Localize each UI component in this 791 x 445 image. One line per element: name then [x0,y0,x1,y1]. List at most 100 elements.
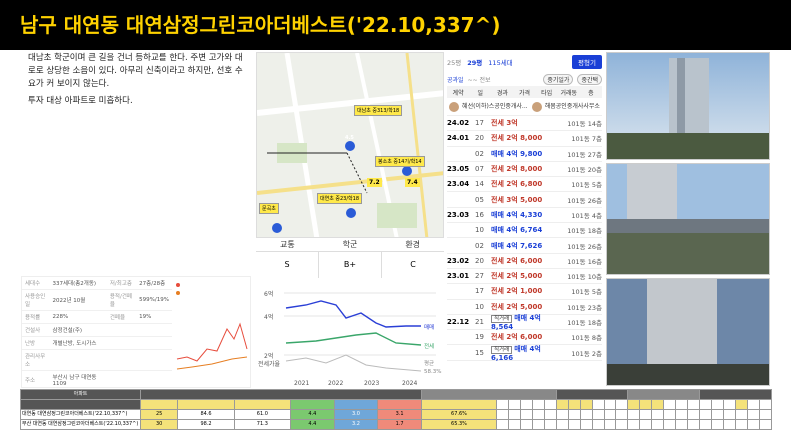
trade-price: 전세 3억 5,000 [491,195,564,205]
summary-cell [531,419,545,430]
trade-day: 20 [475,134,484,143]
bt-cell [177,399,235,410]
trade-row[interactable]: 22.12 21 직거래 매매 4억 8,564 101동 18층 [447,314,602,331]
trade-floor: 23층 [587,303,602,312]
trade-price: 전세 2억 6,800 [491,179,564,189]
trade-price: 직거래 매매 4억 6,166 [491,344,564,362]
map-marker-icon[interactable] [345,141,355,151]
trade-day: 14 [475,180,484,189]
trade-row[interactable]: 23.01 27 전세 2억 5,000 101동 10층 [447,269,602,285]
description-p1: 대남초 학군이며 큰 길을 건너 등하교를 한다. 주변 고가와 대로로 상당한… [28,53,243,89]
trade-dong-floor: 101동 10층 [564,271,602,281]
trade-dong: 101동 [567,242,586,251]
info-cell: 세대수 [22,277,50,290]
info-cell: 개별난방, 도시가스 [49,336,107,350]
bt-sub [20,399,141,410]
trade-floor: 16층 [587,257,602,266]
agent-2-name: 해봄공인중개사사무소 [544,103,600,111]
bt-cell [290,399,335,410]
trade-day: 19 [475,333,484,342]
summary-cell [651,419,665,430]
col-dong: 거래동 [560,89,578,97]
agent-1[interactable]: 혜선(이하)스공인중개사... [449,101,528,112]
map-canvas [257,53,443,237]
trade-row[interactable]: 24.01 20 전세 2억 8,000 101동 7층 [447,131,602,147]
filter-label[interactable]: 공과일 [447,75,464,84]
trade-row[interactable]: 02 매매 4억 7,626 101동 26층 [447,238,602,254]
summary-cell [663,409,677,420]
trade-row[interactable]: 02 매매 4억 9,800 101동 27층 [447,147,602,162]
trade-price-value: 매매 4억 6,764 [491,226,543,235]
map-marker-icon[interactable] [402,166,412,176]
summary-cell [519,419,533,430]
bt-cell [543,399,557,410]
trade-price-value: 매매 4억 4,330 [491,210,543,219]
info-cell: 용적/건폐율 [106,289,137,311]
summary-cell [567,419,581,430]
price-chart: 6억 4억 2억 2021 2022 2023 2024 전세가율 매매 전세 평균 58.3% [256,283,446,388]
col-contract: 계약 [452,89,464,97]
summary-cell [687,419,701,430]
page-title: 남구 대연동 대연삼정그린코아더베스트('22.10,337^) [0,0,791,50]
info-row: 관리사무소 [22,349,172,371]
trade-floor: 18층 [587,227,602,236]
bt-cell [699,399,712,410]
bt-cell [555,399,569,410]
trade-row[interactable]: 23.05 07 전세 2억 8,000 101동 20층 [447,162,602,178]
trade-floor: 5층 [591,181,602,190]
trade-price: 전세 2억 8,000 [491,133,564,143]
trade-row[interactable]: 15 직거래 매매 4억 6,166 101동 2층 [447,344,602,362]
trade-dong-floor: 101동 7층 [564,133,602,143]
bt-h-apt: 아파트 [20,389,141,400]
trade-row[interactable]: 23.02 20 전세 2억 6,000 101동 16층 [447,254,602,269]
trade-columns: 계약 일 경과 가격 타입 거래동 층 [447,86,602,98]
trade-row[interactable]: 05 전세 3억 5,000 101동 26층 [447,192,602,208]
trade-price: 전세 2억 5,000 [491,302,564,312]
trade-row[interactable]: 10 매매 4억 6,764 101동 18층 [447,223,602,239]
map-marker-icon[interactable] [272,223,282,233]
bt-cell [639,399,653,410]
filter-pill-1[interactable]: 중기일가 [543,73,574,85]
trade-row[interactable]: 17 전세 2억 1,000 101동 5층 [447,284,602,300]
agent-2[interactable]: 해봄공인중개사사무소 [531,101,600,112]
area-button[interactable]: 평형기 [572,55,602,69]
legend-jeonse: 전세 [424,342,434,350]
summary-cell [579,409,593,420]
trade-dong: 101동 [571,288,590,297]
trade-date: 22.12 [447,318,470,326]
summary-cell [531,409,545,420]
trade-row[interactable]: 24.02 17 전세 3억 101동 14층 [447,116,602,132]
col-price: 가격 [518,89,531,97]
grade-value-traffic: S [256,252,319,278]
map-label-bongho: 봉소초 중14기/학14 [375,156,425,167]
info-cell [106,349,137,371]
trade-size-selected[interactable]: 29평 [467,57,482,67]
trade-dong: 101동 [567,166,586,175]
filter-pill-2[interactable]: 중간택 [577,73,602,85]
x-tick-label: 2021 [294,380,309,387]
bt-cell [651,399,665,410]
info-row: 건설사 삼정건설(주) [22,323,172,337]
map[interactable]: 대남초 중313/학18 봉소초 중14기/학14 대연초 중23/학18 문곡… [256,52,444,238]
summary-cell [699,409,712,420]
trade-dong: 101동 [567,196,586,205]
trade-dong: 101동 [567,303,586,312]
trade-floor: 27층 [587,150,602,159]
trade-day: 20 [475,256,484,265]
x-tick-label: 2024 [402,380,417,387]
trade-row[interactable]: 23.04 14 전세 2억 6,800 101동 5층 [447,177,602,193]
summary-cell [639,409,653,420]
map-label-daeyeon: 대연초 중23/학18 [317,193,362,204]
map-marker-icon[interactable] [346,208,356,218]
trade-date: 24.01 [447,134,470,143]
grade-value-env: C [410,260,416,269]
trade-row[interactable]: 23.03 16 매매 4억 4,330 101동 4층 [447,208,602,224]
trade-price-value: 전세 2억 8,000 [491,165,543,174]
summary-cell: 1.7 [377,419,422,430]
trade-dong-floor: 101동 14층 [564,118,602,128]
grade-header-school: 학군 [318,238,382,252]
bt-cell [531,399,545,410]
bt-cell [675,399,689,410]
trade-day: 02 [475,149,484,158]
trade-dong-floor: 101동 20층 [564,164,602,174]
